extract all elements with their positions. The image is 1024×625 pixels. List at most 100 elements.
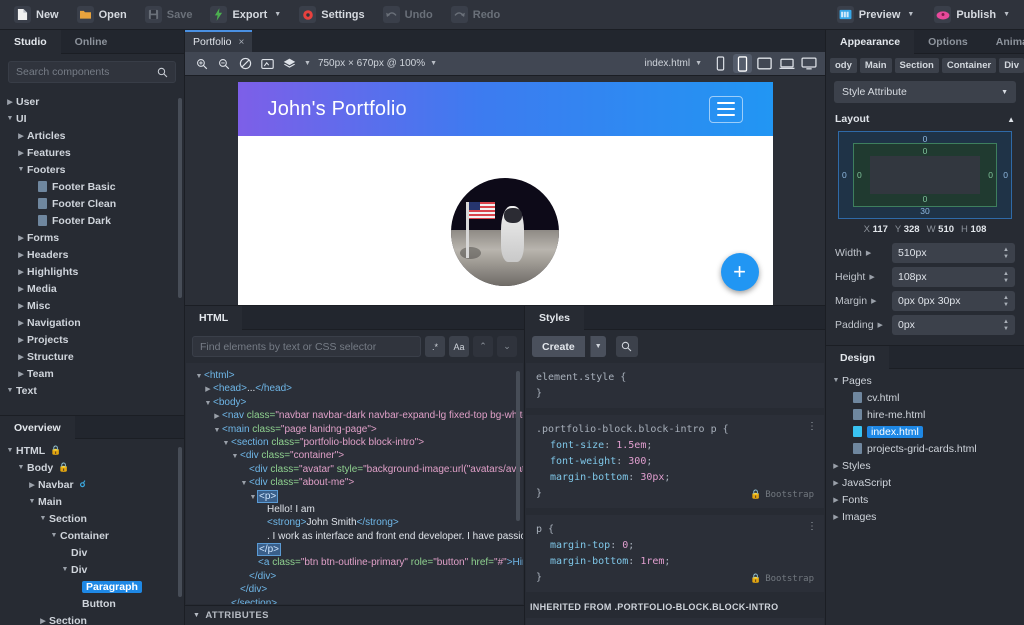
style-rule[interactable]: element.style {} (526, 363, 824, 408)
twisty-expanded-icon[interactable]: ▼ (59, 566, 71, 573)
twisty-collapsed-icon[interactable]: ▶ (15, 268, 27, 276)
overview-tree[interactable]: ▼ HTML 🔒 ▼ Body 🔒 ▶ Navbar ☌ ▼ Main ▼ Section ▼ Contai… (0, 439, 184, 625)
attributes-twisty-icon[interactable]: ▼ (193, 612, 200, 619)
declaration-value[interactable]: 300 (628, 456, 646, 467)
declaration[interactable]: font-size: 1.5em; (536, 438, 814, 454)
twisty-collapsed-icon[interactable]: ▶ (830, 513, 842, 521)
rule-selector[interactable]: .portfolio-block.block-intro p { (536, 422, 814, 438)
twisty-expanded-icon[interactable]: ▼ (26, 498, 38, 505)
device-laptop[interactable] (777, 54, 796, 73)
code-line[interactable]: ▼ <body> (186, 396, 523, 409)
declaration[interactable]: margin-top: 0; (536, 538, 814, 554)
padding-top-value[interactable]: 0 (854, 146, 996, 156)
code-line[interactable]: ▼ <p> (186, 489, 523, 503)
code-line[interactable]: <a class="btn btn-outline-primary" role=… (186, 556, 523, 569)
padding-input[interactable]: 0px ▲ ▼ (892, 315, 1015, 335)
margin-box[interactable]: 0 0 0 30 0 0 0 0 (838, 131, 1012, 219)
twisty-expanded-icon[interactable]: ▼ (230, 450, 240, 463)
code-line[interactable]: </p> (186, 543, 523, 557)
declaration-value[interactable]: 1rem (640, 556, 664, 567)
twisty-collapsed-icon[interactable]: ▶ (212, 410, 222, 423)
html-code-tree[interactable]: ▼ <html> ▶ <head>...</head> ▼ <body> ▶ <nav cla… (186, 363, 523, 604)
preview-button[interactable]: Preview ▼ (829, 3, 923, 26)
padding-bottom-value[interactable]: 0 (854, 194, 996, 204)
style-rules-list[interactable]: element.style {} ⋮ .portfolio-block.block-… (525, 363, 825, 625)
overview-node-div[interactable]: ▼ Div (0, 561, 184, 578)
add-fab-button[interactable]: + (720, 253, 759, 291)
layers-icon[interactable] (280, 54, 299, 73)
overview-node-paragraph[interactable]: Paragraph (0, 578, 184, 595)
page-select-label[interactable]: index.html (644, 58, 690, 69)
design-canvas[interactable]: John's Portfolio + (185, 76, 825, 305)
overview-scrollbar[interactable] (178, 447, 182, 597)
find-next[interactable]: ⌄ (497, 336, 517, 357)
create-caret-icon[interactable]: ▼ (589, 336, 606, 357)
margin-input[interactable]: 0px 0px 30px ▲ ▼ (892, 291, 1015, 311)
twisty-collapsed-icon[interactable]: ▶ (203, 383, 213, 396)
device-phone-small[interactable] (711, 54, 730, 73)
code-line[interactable]: ▶ <nav class="navbar navbar-dark navbar-e… (186, 409, 523, 422)
component-user[interactable]: ▶ User (0, 93, 184, 110)
twisty-collapsed-icon[interactable]: ▶ (4, 98, 16, 106)
twisty-expanded-icon[interactable]: ▼ (4, 115, 16, 122)
code-line[interactable]: ▼ <div class="container"> (186, 449, 523, 462)
twisty-collapsed-icon[interactable]: ▶ (15, 319, 27, 327)
overview-node-button[interactable]: Button (0, 595, 184, 612)
settings-button[interactable]: Settings (291, 3, 372, 26)
overview-node-container[interactable]: ▼ Container (0, 527, 184, 544)
design-node-hire-me-html[interactable]: hire-me.html (826, 406, 1024, 423)
component-footers[interactable]: ▼ Footers (0, 161, 184, 178)
twisty-expanded-icon[interactable]: ▼ (194, 370, 204, 383)
component-features[interactable]: ▶ Features (0, 144, 184, 161)
component-forms[interactable]: ▶ Forms (0, 229, 184, 246)
tab-options[interactable]: Options (914, 30, 982, 54)
match-case-toggle[interactable]: Aa (449, 336, 469, 357)
component-navigation[interactable]: ▶ Navigation (0, 314, 184, 331)
overview-node-navbar[interactable]: ▶ Navbar ☌ (0, 476, 184, 493)
code-line[interactable]: </section> (186, 597, 523, 604)
breadcrumb-section[interactable]: Section (894, 58, 939, 73)
twisty-expanded-icon[interactable]: ▼ (203, 397, 213, 410)
style-rule[interactable]: ⋮ .portfolio-block.block-intro p {font-si… (526, 415, 824, 508)
overview-node-div[interactable]: Div (0, 544, 184, 561)
design-node-projects-grid-cards-html[interactable]: projects-grid-cards.html (826, 440, 1024, 457)
declaration-property[interactable]: font-weight (550, 456, 616, 467)
stepper-icon[interactable]: ▲ ▼ (1003, 295, 1009, 308)
component-search[interactable] (8, 61, 176, 83)
search-input[interactable] (16, 66, 157, 78)
component-projects[interactable]: ▶ Projects (0, 331, 184, 348)
rule-selector[interactable]: p { (536, 522, 814, 538)
height-input[interactable]: 108px ▲ ▼ (892, 267, 1015, 287)
overview-node-section[interactable]: ▶ Section (0, 612, 184, 625)
design-node-styles[interactable]: ▶ Styles (826, 457, 1024, 474)
code-line[interactable]: ▼ <html> (186, 369, 523, 382)
expand-icon[interactable]: ▶ (871, 297, 876, 305)
zoom-in-icon[interactable] (192, 54, 211, 73)
declaration-value[interactable]: 1.5em (616, 440, 646, 451)
component-text[interactable]: ▼ Text (0, 382, 184, 399)
disable-styles-icon[interactable] (236, 54, 255, 73)
twisty-expanded-icon[interactable]: ▼ (15, 464, 27, 471)
page-preview[interactable]: John's Portfolio + (237, 82, 773, 305)
twisty-collapsed-icon[interactable]: ▶ (15, 302, 27, 310)
declaration-property[interactable]: margin-bottom (550, 556, 628, 567)
code-line[interactable]: <div class="avatar" style="background-im… (186, 463, 523, 476)
new-button[interactable]: New (6, 3, 67, 26)
box-model-diagram[interactable]: 0 0 0 30 0 0 0 0 X 117 Y 328 W 510 H 108 (826, 129, 1024, 241)
twisty-collapsed-icon[interactable]: ▶ (15, 132, 27, 140)
zoom-out-icon[interactable] (214, 54, 233, 73)
device-tablet[interactable] (755, 54, 774, 73)
hamburger-menu-icon[interactable] (708, 95, 743, 123)
twisty-collapsed-icon[interactable]: ▶ (15, 234, 27, 242)
margin-left-value[interactable]: 0 (842, 170, 847, 180)
breadcrumb-container[interactable]: Container (941, 58, 997, 73)
design-node-index-html[interactable]: index.html (826, 423, 1024, 440)
rule-menu-icon[interactable]: ⋮ (807, 422, 817, 432)
breadcrumb-div[interactable]: Div (999, 58, 1024, 73)
twisty-expanded-icon[interactable]: ▼ (48, 532, 60, 539)
overview-node-body[interactable]: ▼ Body 🔒 (0, 459, 184, 476)
breadcrumb-main[interactable]: Main (859, 58, 892, 73)
declaration[interactable]: margin-bottom: 30px; (536, 470, 814, 486)
code-line[interactable]: <strong>John Smith</strong> (186, 516, 523, 529)
component-media[interactable]: ▶ Media (0, 280, 184, 297)
